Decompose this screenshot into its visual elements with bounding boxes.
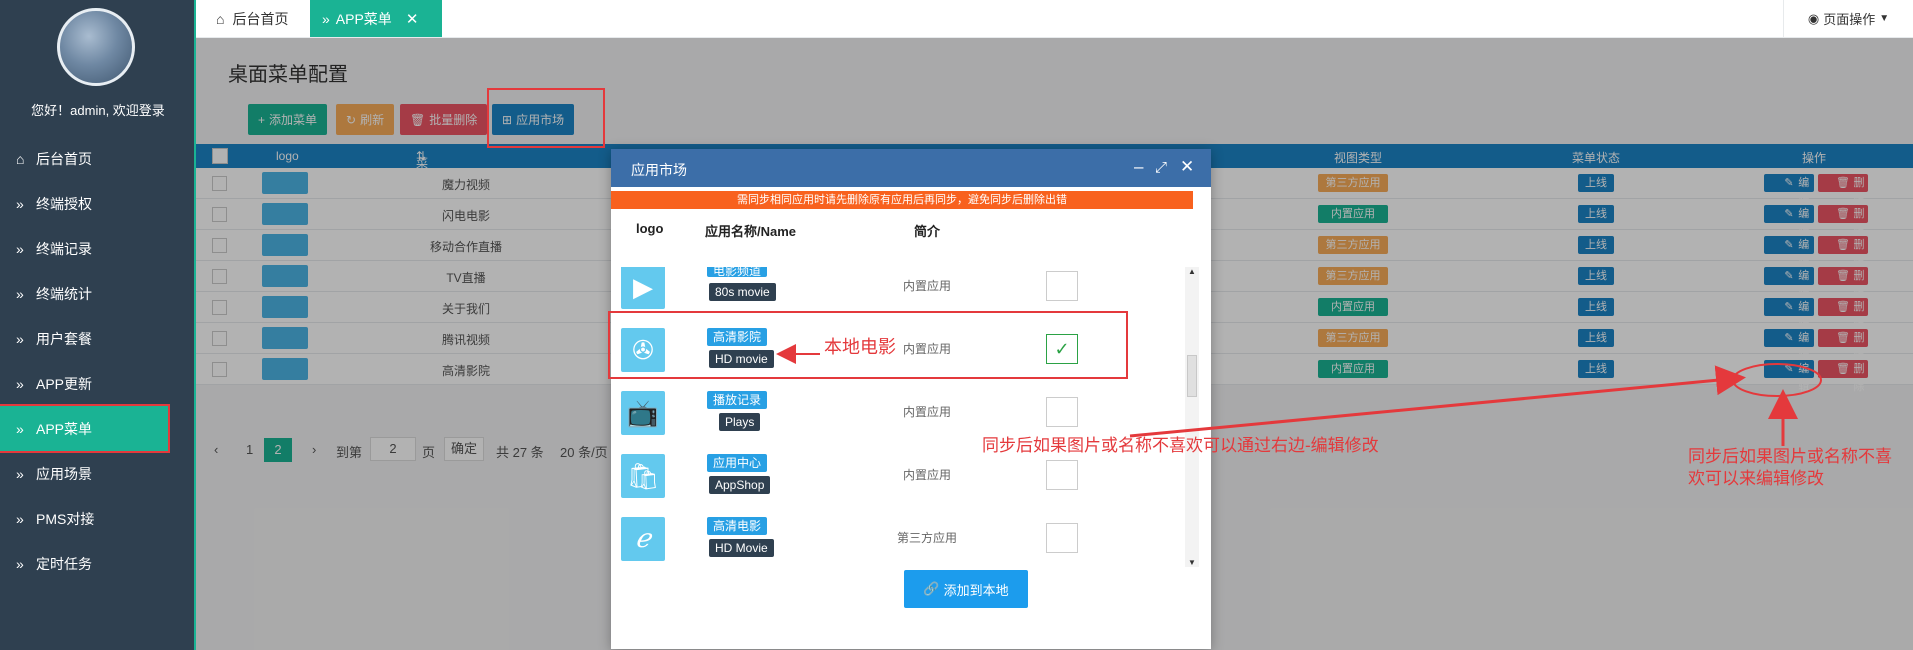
close-icon[interactable]: ✕	[1180, 157, 1194, 177]
annotation-sync-note-right: 同步后如果图片或名称不喜 欢可以来编辑修改	[1688, 446, 1892, 490]
sidebar-item-user-plans[interactable]: » 用户套餐	[0, 316, 196, 361]
double-chevron-icon: »	[16, 375, 24, 392]
home-icon: ⌂	[216, 10, 225, 27]
app-checkbox[interactable]	[1046, 397, 1078, 427]
app-name-cn: 电影频道	[707, 267, 767, 277]
annotation-line: 欢可以来编辑修改	[1688, 469, 1824, 488]
minimize-icon[interactable]: –	[1134, 157, 1143, 177]
sidebar-item-label: 终端统计	[36, 285, 92, 302]
sidebar: 您好！admin, 欢迎登录 ⌂ 后台首页 » 终端授权 » 终端记录 » 终端统计 »…	[0, 0, 196, 650]
add-to-local-button[interactable]: 🔗 添加到本地	[904, 570, 1028, 608]
app-checkbox[interactable]	[1046, 460, 1078, 490]
warning-banner: 需同步相同应用时请先删除原有应用后再同步，避免同步后删除出错	[611, 191, 1193, 209]
app-desc: 内置应用	[903, 279, 952, 293]
app-desc: 内置应用	[903, 405, 952, 419]
welcome-text: 您好！admin, 欢迎登录	[31, 103, 165, 118]
double-chevron-icon: »	[16, 555, 24, 572]
list-item: ℯ 高清电影 HD Movie 第三方应用	[611, 517, 1193, 567]
sidebar-item-home[interactable]: ⌂ 后台首页	[0, 136, 196, 181]
sidebar-item-terminal-auth[interactable]: » 终端授权	[0, 181, 196, 226]
sidebar-item-label: 终端授权	[36, 195, 92, 212]
sidebar-item-label: 终端记录	[36, 240, 92, 257]
double-chevron-icon: »	[322, 10, 330, 27]
tab-label: 后台首页	[232, 10, 289, 27]
app-name-en: HD Movie	[709, 539, 774, 557]
annotation-line: 同步后如果图片或名称不喜	[1688, 447, 1892, 466]
radio-dot-icon: ◉	[1807, 10, 1820, 26]
app-name-cn: 应用中心	[707, 454, 767, 472]
app-market-dialog: 应用市场 – ⤢ ✕ 需同步相同应用时请先删除原有应用后再同步，避免同步后删除出…	[611, 149, 1211, 649]
sidebar-item-pms[interactable]: » PMS对接	[0, 496, 196, 541]
tab-home[interactable]: ⌂ 后台首页	[204, 0, 300, 37]
tv-icon: 📺	[621, 391, 665, 435]
sidebar-item-app-menu[interactable]: » APP菜单	[0, 404, 170, 453]
scroll-up-icon[interactable]: ▲	[1188, 267, 1196, 276]
close-icon[interactable]: ✕	[406, 10, 419, 28]
app-name-en: AppShop	[709, 476, 771, 494]
double-chevron-icon: »	[16, 510, 24, 527]
home-icon: ⌂	[16, 150, 25, 167]
double-chevron-icon: »	[16, 285, 24, 302]
tab-app-menu[interactable]: » APP菜单 ✕	[310, 0, 442, 37]
sidebar-item-label: 用户套餐	[36, 330, 92, 347]
app-name-en: Plays	[719, 413, 761, 431]
double-chevron-icon: »	[16, 420, 24, 437]
sidebar-item-terminal-stats[interactable]: » 终端统计	[0, 271, 196, 316]
col-logo: logo	[636, 221, 664, 236]
app-checkbox[interactable]	[1046, 523, 1078, 553]
sidebar-item-label: APP更新	[36, 375, 93, 392]
double-chevron-icon: »	[16, 465, 24, 482]
dialog-header: 应用市场 – ⤢ ✕	[611, 149, 1211, 187]
scroll-down-icon[interactable]: ▼	[1188, 558, 1196, 567]
app-name-cn: 高清电影	[707, 517, 767, 535]
maximize-icon[interactable]: ⤢	[1155, 159, 1167, 176]
double-chevron-icon: »	[16, 330, 24, 347]
letter-e-icon: ℯ	[621, 517, 665, 561]
sidebar-item-label: PMS对接	[36, 510, 95, 527]
sidebar-nav: ⌂ 后台首页 » 终端授权 » 终端记录 » 终端统计 » 用户套餐 » APP更新 » AP…	[0, 136, 196, 586]
annotation-sync-note: 同步后如果图片或名称不喜欢可以通过右边-编辑修改	[982, 436, 1379, 455]
app-name-en: 80s movie	[709, 283, 776, 301]
caret-down-icon: ▼	[1879, 13, 1890, 24]
annotation-box-market	[487, 88, 605, 148]
page-ops-label: 页面操作	[1823, 12, 1876, 27]
sidebar-item-label: 应用场景	[36, 465, 92, 482]
play-circle-icon: ▶	[621, 267, 665, 309]
col-name: 应用名称/Name	[705, 224, 797, 239]
double-chevron-icon: »	[16, 240, 24, 257]
col-desc: 简介	[914, 224, 941, 239]
scrollbar[interactable]: ▲ ▼	[1185, 267, 1199, 567]
annotation-local-movie: 本地电影	[824, 337, 896, 357]
tab-label: APP菜单	[335, 10, 392, 27]
sidebar-item-scheduled-tasks[interactable]: » 定时任务	[0, 541, 196, 586]
link-icon: 🔗	[923, 581, 940, 596]
avatar	[57, 8, 135, 86]
app-desc: 第三方应用	[897, 531, 958, 545]
sidebar-item-label: 定时任务	[36, 555, 92, 572]
app-checkbox[interactable]	[1046, 271, 1078, 301]
sidebar-item-app-update[interactable]: » APP更新	[0, 361, 196, 406]
sidebar-item-label: APP菜单	[36, 420, 93, 437]
double-chevron-icon: »	[16, 195, 24, 212]
shopping-bag-icon: 🛍	[621, 454, 665, 498]
button-label: 添加到本地	[943, 582, 1009, 598]
scroll-thumb[interactable]	[1187, 355, 1197, 397]
list-item: 🛍 应用中心 AppShop 内置应用	[611, 454, 1193, 517]
sidebar-item-terminal-records[interactable]: » 终端记录	[0, 226, 196, 271]
topbar: ⌂ 后台首页 » APP菜单 ✕ ◉ 页面操作 ▼	[196, 0, 1913, 38]
app-name-cn: 播放记录	[707, 391, 767, 409]
page-ops-dropdown[interactable]: ◉ 页面操作 ▼	[1783, 0, 1913, 37]
sidebar-item-label: 后台首页	[36, 150, 92, 167]
sidebar-item-app-scene[interactable]: » 应用场景	[0, 451, 196, 496]
app-desc: 内置应用	[903, 468, 952, 482]
dialog-title: 应用市场	[631, 162, 687, 178]
